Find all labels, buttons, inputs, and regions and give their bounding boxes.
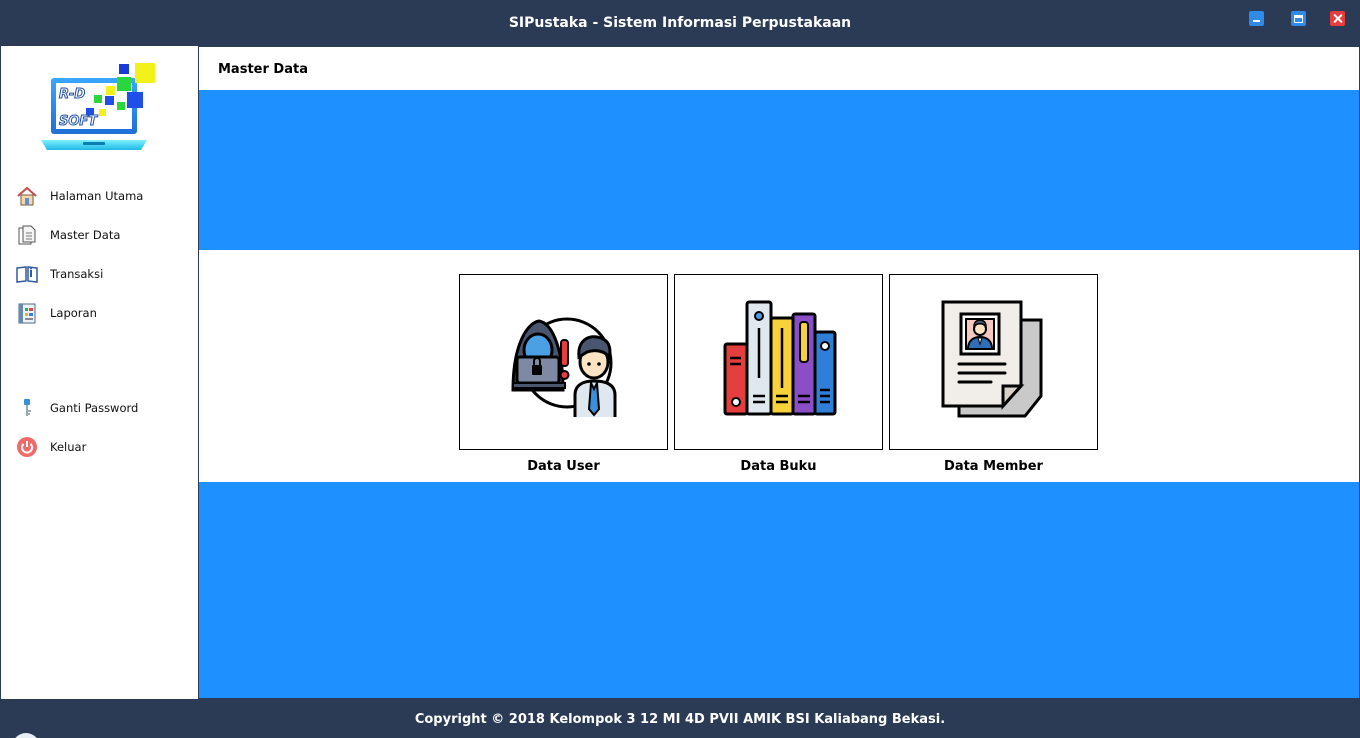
sidebar-item-ganti-password[interactable]: Ganti Password bbox=[15, 396, 195, 420]
data-user-label[interactable]: Data User bbox=[459, 459, 668, 474]
hacker-user-icon bbox=[499, 295, 629, 430]
window-title: SIPustaka - Sistem Informasi Perpustakaa… bbox=[508, 15, 852, 31]
sidebar-item-label: Keluar bbox=[50, 440, 87, 454]
start-orb-icon[interactable] bbox=[12, 733, 40, 738]
sidebar-item-label: Master Data bbox=[50, 228, 121, 242]
copyright-text: Copyright © 2018 Kelompok 3 12 MI 4D PVI… bbox=[414, 712, 946, 727]
books-icon bbox=[719, 298, 839, 427]
member-document-icon bbox=[939, 298, 1049, 427]
sidebar: R-D SOFT Halaman Utama Master Data Trans… bbox=[1, 46, 198, 699]
sidebar-item-halaman-utama[interactable]: Halaman Utama bbox=[15, 184, 195, 208]
banner-bottom bbox=[199, 482, 1359, 698]
minimize-button[interactable] bbox=[1249, 11, 1264, 26]
sidebar-item-label: Laporan bbox=[50, 306, 97, 320]
sidebar-item-label: Ganti Password bbox=[50, 401, 139, 415]
data-buku-label[interactable]: Data Buku bbox=[674, 459, 883, 474]
content-header: Master Data bbox=[199, 47, 1359, 90]
sidebar-item-keluar[interactable]: Keluar bbox=[15, 435, 195, 459]
app-window: SIPustaka - Sistem Informasi Perpustakaa… bbox=[0, 0, 1360, 738]
sidebar-item-master-data[interactable]: Master Data bbox=[15, 223, 195, 247]
sidebar-item-transaksi[interactable]: Transaksi bbox=[15, 262, 195, 286]
data-member-card[interactable] bbox=[889, 274, 1098, 450]
close-button[interactable] bbox=[1330, 11, 1345, 26]
data-buku-card[interactable] bbox=[674, 274, 883, 450]
book-icon bbox=[15, 262, 39, 286]
minimize-icon bbox=[1252, 14, 1261, 23]
maximize-icon bbox=[1294, 14, 1303, 23]
page-title: Master Data bbox=[218, 62, 308, 77]
svg-text:R-D: R-D bbox=[59, 87, 85, 102]
main-content: Master Data Data User Data Buku Data Mem… bbox=[199, 47, 1359, 698]
svg-text:SOFT: SOFT bbox=[59, 114, 98, 129]
key-icon bbox=[15, 396, 39, 420]
sidebar-item-laporan[interactable]: Laporan bbox=[15, 301, 195, 325]
report-icon bbox=[15, 301, 39, 325]
data-user-card[interactable] bbox=[459, 274, 668, 450]
banner-top bbox=[199, 90, 1359, 250]
footer: Copyright © 2018 Kelompok 3 12 MI 4D PVI… bbox=[0, 699, 1360, 738]
data-member-label[interactable]: Data Member bbox=[889, 459, 1098, 474]
power-icon bbox=[15, 435, 39, 459]
close-icon bbox=[1333, 14, 1342, 23]
sidebar-item-label: Halaman Utama bbox=[50, 189, 144, 203]
title-bar[interactable]: SIPustaka - Sistem Informasi Perpustakaa… bbox=[0, 0, 1360, 46]
app-logo: R-D SOFT bbox=[39, 62, 161, 154]
home-icon bbox=[15, 184, 39, 208]
document-icon bbox=[15, 223, 39, 247]
sidebar-item-label: Transaksi bbox=[50, 267, 104, 281]
maximize-button[interactable] bbox=[1291, 11, 1306, 26]
